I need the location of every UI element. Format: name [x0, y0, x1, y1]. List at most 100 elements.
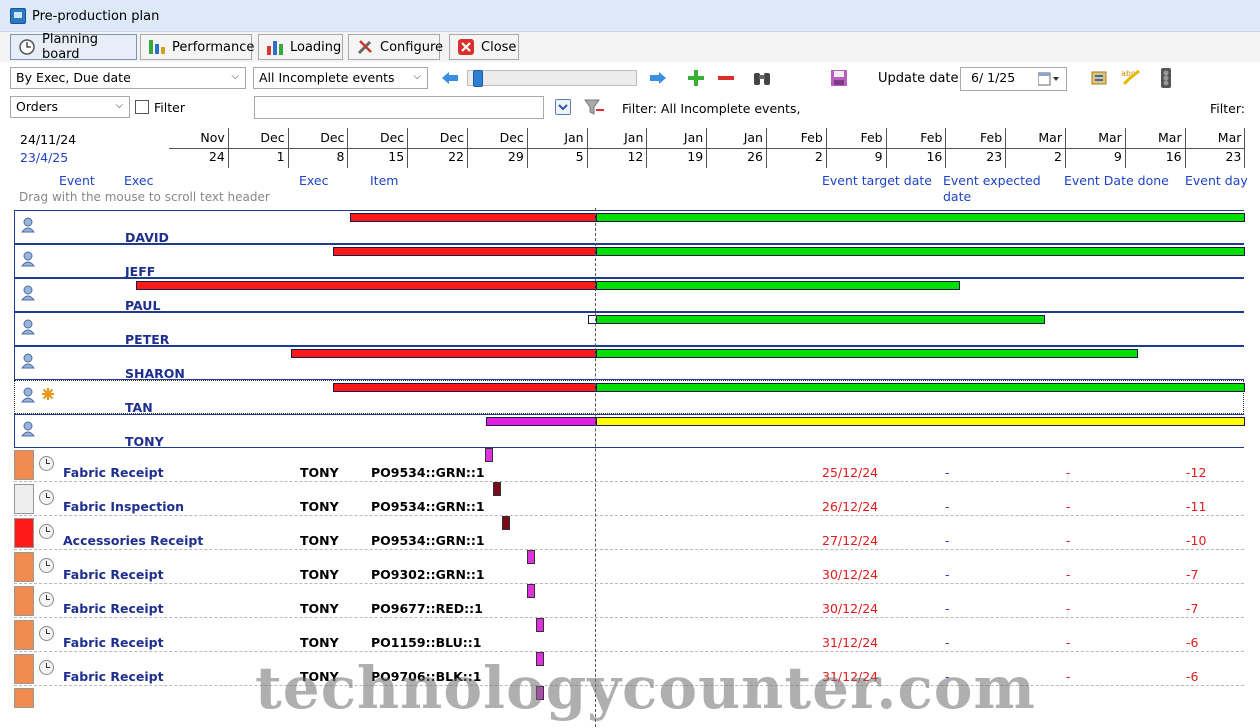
group-row-tony[interactable]: TONY — [14, 414, 1245, 449]
update-date-value: 6/ 1/25 — [971, 70, 1016, 85]
search-input[interactable] — [254, 96, 544, 119]
configure-button[interactable]: Configure — [348, 34, 443, 60]
event-expected-date: - — [945, 533, 950, 548]
slider-thumb[interactable] — [473, 70, 483, 87]
late-bar[interactable] — [333, 383, 596, 392]
group-row-david[interactable]: DAVID — [14, 210, 1245, 245]
on-time-bar[interactable] — [596, 349, 1138, 358]
timeline-header[interactable]: 24/11/24 23/4/25 Nov 24 Dec 1 Dec 8 Dec 15 Dec 22… — [14, 128, 1246, 168]
col-item-header[interactable]: Item — [370, 173, 398, 188]
timeline-scroll-slider[interactable] — [467, 70, 637, 87]
event-item: PO1159::BLU::1 — [371, 635, 482, 650]
chevron-down-icon: ⌵ — [115, 100, 123, 111]
timeline-week-column[interactable]: Mar 9 — [1066, 128, 1126, 168]
late-bar[interactable] — [136, 281, 596, 290]
timeline-week-column[interactable]: Jan 12 — [588, 128, 648, 168]
loading-button[interactable]: Loading — [258, 34, 343, 60]
event-date-done: - — [1066, 669, 1071, 684]
add-icon[interactable] — [686, 68, 706, 88]
timeline-week-column[interactable]: Jan 19 — [647, 128, 708, 168]
filter-checkbox[interactable] — [135, 100, 149, 114]
timeline-month-label: Mar — [1098, 130, 1122, 145]
col-target-date-header[interactable]: Event target date — [822, 173, 932, 188]
loading-label: Loading — [290, 39, 342, 55]
timeline-week-column[interactable]: Dec 22 — [408, 128, 468, 168]
timeline-week-column[interactable]: Mar 2 — [1006, 128, 1066, 168]
col-date-done-header[interactable]: Event Date done — [1064, 173, 1169, 188]
pending-bar[interactable] — [486, 417, 596, 426]
on-time-bar[interactable] — [596, 281, 960, 290]
on-time-bar[interactable] — [596, 213, 1245, 222]
performance-button[interactable]: Performance — [140, 34, 254, 60]
traffic-light-icon[interactable] — [1158, 67, 1174, 89]
on-time-bar[interactable] — [596, 383, 1245, 392]
future-bar[interactable] — [596, 417, 1245, 426]
event-filter-dropdown[interactable]: All Incomplete events ⌵ — [253, 67, 428, 89]
event-row[interactable]: Fabric Receipt TONY PO9677::RED::1 30/12… — [14, 584, 1244, 618]
binoculars-icon[interactable] — [752, 68, 772, 88]
timeline-week-column[interactable]: Dec 15 — [348, 128, 409, 168]
event-marker[interactable] — [485, 448, 493, 462]
arrow-right-icon[interactable] — [648, 69, 668, 87]
col-expected-date-line1: Event expected — [943, 173, 1041, 188]
event-row[interactable]: Fabric Receipt TONY PO1159::BLU::1 31/12… — [14, 618, 1244, 652]
timeline-week-column[interactable]: Mar 23 — [1186, 128, 1246, 168]
on-time-bar[interactable] — [596, 247, 1245, 256]
remove-icon[interactable] — [716, 68, 736, 88]
timeline-week-column[interactable]: Dec 29 — [468, 128, 528, 168]
col-event-days-header[interactable]: Event day — [1185, 173, 1248, 188]
col-expected-date-header[interactable]: Event expected date — [943, 173, 1041, 204]
calendar-icon[interactable] — [1037, 72, 1060, 89]
spellcheck-icon[interactable]: abc — [1120, 67, 1142, 89]
timeline-week-column[interactable]: Dec 8 — [289, 128, 349, 168]
event-marker[interactable] — [502, 516, 510, 530]
event-status-swatch — [14, 688, 34, 708]
event-row[interactable]: Accessories Receipt TONY PO9534::GRN::1 … — [14, 516, 1244, 550]
timeline-week-column[interactable]: Jan 26 — [707, 128, 767, 168]
save-icon[interactable] — [830, 69, 848, 87]
group-row-peter[interactable]: PETER — [14, 312, 1244, 347]
col-event-header[interactable]: Event — [59, 173, 95, 188]
timeline-week-column[interactable]: Feb 2 — [767, 128, 827, 168]
event-row[interactable]: Fabric Inspection TONY PO9534::GRN::1 26… — [14, 482, 1244, 516]
event-item: PO9534::GRN::1 — [371, 499, 485, 514]
update-date-picker[interactable]: 6/ 1/25 — [960, 67, 1067, 91]
event-marker[interactable] — [536, 618, 544, 632]
close-button[interactable]: Close — [449, 34, 519, 60]
late-bar[interactable] — [350, 213, 596, 222]
timeline-month-label: Jan — [743, 130, 763, 145]
timeline-week-column[interactable]: Dec 1 — [229, 128, 289, 168]
object-type-dropdown[interactable]: Orders ⌵ — [10, 96, 130, 118]
group-row-jeff[interactable]: JEFF — [14, 244, 1245, 279]
filter-funnel-icon[interactable] — [584, 98, 606, 116]
planning-board-button[interactable]: Planning board — [10, 32, 137, 62]
event-marker[interactable] — [493, 482, 501, 496]
event-target-date: 31/12/24 — [822, 635, 879, 650]
arrow-left-icon[interactable] — [440, 69, 460, 87]
timeline-week-column[interactable]: Mar 16 — [1126, 128, 1186, 168]
group-row-tan[interactable]: TAN — [14, 380, 1245, 415]
event-exec: TONY — [300, 499, 339, 514]
expand-dropdown-button[interactable] — [555, 99, 571, 115]
timeline-week-column[interactable]: Feb 23 — [946, 128, 1007, 168]
col-exec2-header[interactable]: Exec — [299, 173, 328, 188]
group-row-sharon[interactable]: SHARON — [14, 346, 1244, 381]
event-marker[interactable] — [527, 550, 535, 564]
group-by-dropdown[interactable]: By Exec, Due date ⌵ — [10, 67, 246, 89]
timeline-week-column[interactable]: Feb 16 — [887, 128, 947, 168]
event-row[interactable]: Fabric Receipt TONY PO9302::GRN::1 30/12… — [14, 550, 1244, 584]
timeline-week-column[interactable]: Jan 5 — [528, 128, 588, 168]
group-row-paul[interactable]: PAUL — [14, 278, 1244, 313]
event-expected-date: - — [945, 567, 950, 582]
event-row[interactable]: Fabric Receipt TONY PO9534::GRN::1 25/12… — [14, 448, 1244, 482]
asterisk-icon — [41, 387, 55, 401]
col-exec-header[interactable]: Exec — [124, 173, 153, 188]
event-marker[interactable] — [527, 584, 535, 598]
late-bar[interactable] — [333, 247, 596, 256]
timeline-week-column[interactable]: Feb 9 — [827, 128, 887, 168]
on-time-bar[interactable] — [596, 315, 1045, 324]
person-icon — [20, 387, 36, 403]
timeline-week-column[interactable]: Nov 24 — [169, 128, 229, 168]
report-icon[interactable] — [1090, 69, 1110, 87]
late-bar[interactable] — [291, 349, 596, 358]
